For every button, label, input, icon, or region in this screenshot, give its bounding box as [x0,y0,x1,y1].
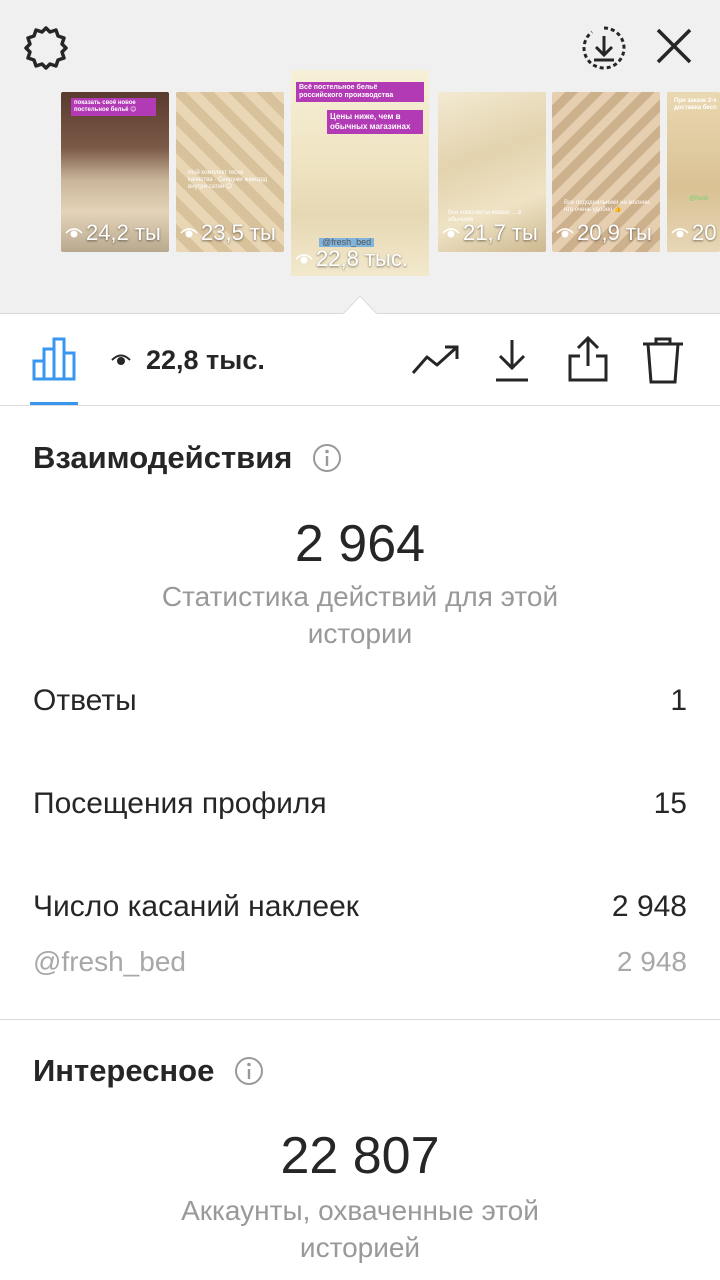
discovery-section-title: Интересное [33,1053,264,1089]
trend-icon[interactable] [410,336,462,384]
trash-icon[interactable] [638,334,688,386]
stat-row: Ответы 1 [33,684,687,718]
stat-label: Ответы [33,684,137,717]
thumbnail-views: 23,5 ты [180,220,276,246]
eye-icon [180,228,198,238]
story-sticker: Цены ниже, чем в обычных магазинах [327,110,423,134]
discovery-subtitle: Аккаунты, охваченные этой историей [181,1195,539,1263]
views-label: 22,8 тыс. [146,344,265,375]
download-icon[interactable] [488,334,536,386]
sticker-username: @fresh_bed [33,946,186,977]
download-circle-icon[interactable] [578,22,630,74]
story-thumbnail[interactable]: Все комплекты можно ... в обычном 21,7 т… [438,92,546,252]
story-thumbnail[interactable]: показать своё новое постельное бельё 😊 2… [61,92,169,252]
story-caption: @fresh [689,196,709,202]
discovery-title: Интересное [33,1053,215,1088]
close-icon[interactable] [650,22,698,70]
selection-pointer [343,296,377,314]
eye-icon [111,354,131,365]
story-sticker: При заказе 2-х доставка бесп [674,98,717,111]
eye-icon [442,228,460,238]
story-sticker: показать своё новое постельное бельё 😊 [71,98,156,116]
thumbnail-views: 24,2 ты [65,220,161,246]
thumbnail-views: 21,7 ты [442,220,538,246]
stat-value: 1 [670,684,687,717]
section-divider [0,1019,720,1020]
story-thumbnail[interactable]: Мой комплект гесхе качества · Снаружи жа… [176,92,284,252]
stat-label: Число касаний наклеек [33,890,359,923]
active-tab-indicator [30,402,78,405]
views-count: 22,8 тыс. [110,342,265,378]
eye-icon [671,228,689,238]
info-icon[interactable] [312,443,342,473]
share-icon[interactable] [562,332,614,386]
sticker-sub-row: @fresh_bed 2 948 [33,946,687,978]
interactions-title: Взаимодействия [33,440,293,475]
interactions-section-title: Взаимодействия [33,440,342,476]
stat-value: 2 948 [611,890,687,923]
discovery-total: 22 807 [280,1127,440,1185]
story-caption: Все пододеяльники на молнии, что очень у… [564,200,652,213]
story-caption: Мой комплект гесхе качества · Снаружи жа… [188,170,268,190]
story-toolbar: 22,8 тыс. [0,314,720,406]
eye-icon [556,228,574,238]
stat-value: 15 [653,787,687,820]
thumbnail-views: 20,9 ты [556,220,652,246]
sticker-value: 2 948 [616,946,687,977]
stat-row: Число касаний наклеек 2 948 [33,890,687,924]
interactions-total: 2 964 [294,515,426,573]
stat-label: Посещения профиля [33,787,327,820]
story-thumbnail[interactable]: При заказе 2-х доставка бесп @fresh 20 [667,92,720,252]
story-thumbnails-area: показать своё новое постельное бельё 😊 2… [0,0,720,314]
story-sticker: Всё постельное бельё российского произво… [296,82,424,102]
eye-icon [65,228,83,238]
stat-row: Посещения профиля 15 [33,787,687,821]
interactions-subtitle: Статистика действий для этой истории [161,581,559,649]
thumbnail-views: 22,8 тыс. [295,246,408,272]
story-thumbnail[interactable]: Все пододеяльники на молнии, что очень у… [552,92,660,252]
bar-chart-icon[interactable] [28,332,80,384]
story-thumbnail-selected[interactable]: Всё постельное бельё российского произво… [291,70,429,276]
thumbnail-views: 20 [671,220,716,246]
info-icon[interactable] [234,1056,264,1086]
eye-icon [295,254,313,264]
gear-icon[interactable] [20,22,72,74]
